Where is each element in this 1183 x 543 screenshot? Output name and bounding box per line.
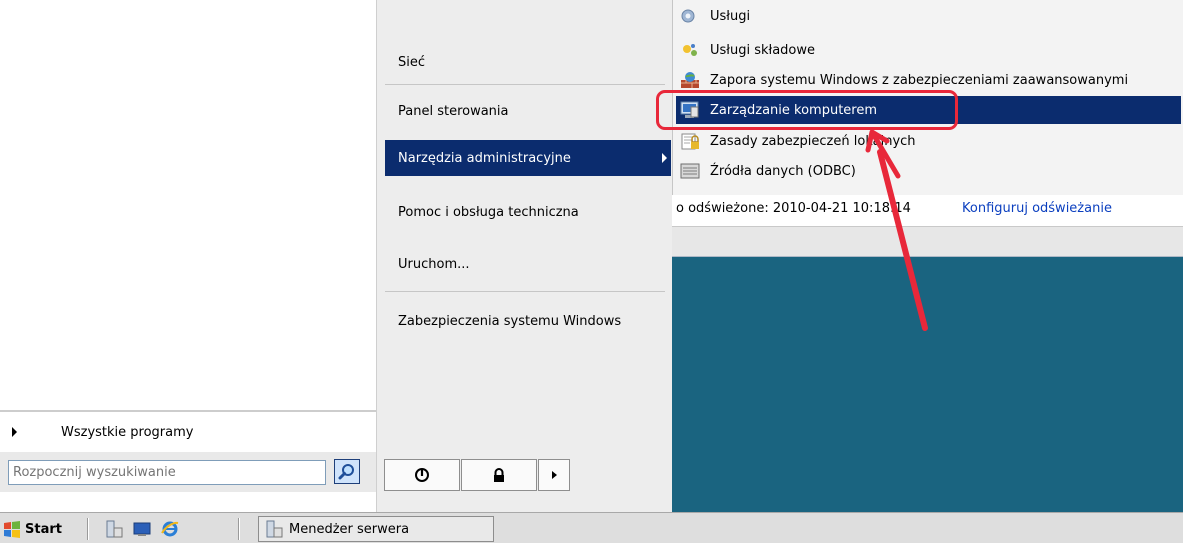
menu-item-narzedzia-administracyjne[interactable]: Narzędzia administracyjne xyxy=(385,140,671,176)
lock-icon xyxy=(494,468,504,482)
menu-item-siec[interactable]: Sieć xyxy=(385,44,671,80)
taskbar-window-label: Menedżer serwera xyxy=(289,521,410,537)
menu-item-label: Pomoc i obsługa techniczna xyxy=(398,204,579,220)
start-menu-places-pane: Sieć Panel sterowania Narzędzia administ… xyxy=(376,0,672,512)
taskbar-separator xyxy=(238,518,240,540)
menu-item-label: Uruchom... xyxy=(398,256,470,272)
search-button[interactable] xyxy=(334,459,360,484)
internet-explorer-icon[interactable] xyxy=(161,520,179,538)
security-policy-icon xyxy=(681,133,699,150)
menu-item-pomoc[interactable]: Pomoc i obsługa techniczna xyxy=(385,194,671,230)
configure-refresh-link[interactable]: Konfiguruj odświeżanie xyxy=(962,201,1112,216)
submenu-item-label: Źródła danych (ODBC) xyxy=(710,163,856,179)
arrow-right-icon xyxy=(12,427,17,437)
taskbar-separator xyxy=(87,518,89,540)
submenu-item-uslugi-skladowe[interactable]: Usługi składowe xyxy=(676,36,1181,64)
submenu-item-odbc[interactable]: Źródła danych (ODBC) xyxy=(676,157,1181,185)
lock-button[interactable] xyxy=(461,459,537,491)
search-icon xyxy=(338,463,354,479)
menu-item-uruchom[interactable]: Uruchom... xyxy=(385,246,671,282)
services-gear-icon xyxy=(681,9,695,23)
submenu-item-label: Zarządzanie komputerem xyxy=(710,102,878,118)
submenu-item-label: Usługi xyxy=(710,8,751,24)
search-row xyxy=(0,452,376,492)
submenu-item-zapora[interactable]: Zapora systemu Windows z zabezpieczeniam… xyxy=(676,66,1181,94)
server-manager-icon[interactable] xyxy=(105,520,123,538)
arrow-right-icon xyxy=(552,471,557,479)
start-search-input[interactable] xyxy=(8,460,326,485)
taskbar-window-server-manager[interactable]: Menedżer serwera xyxy=(258,516,494,542)
power-controls xyxy=(384,459,570,491)
menu-item-zabezpieczenia[interactable]: Zabezpieczenia systemu Windows xyxy=(385,303,671,339)
menu-separator xyxy=(385,291,665,292)
submenu-arrow-icon xyxy=(662,153,667,163)
menu-item-panel-sterowania[interactable]: Panel sterowania xyxy=(385,93,671,129)
all-programs-label: Wszystkie programy xyxy=(61,424,194,440)
menu-item-label: Zabezpieczenia systemu Windows xyxy=(398,313,622,329)
taskbar: Start Menedżer serwera xyxy=(0,512,1183,543)
refresh-status-bar: o odświeżone: 2010-04-21 10:18:14 Konfig… xyxy=(672,195,1183,227)
menu-item-label: Narzędzia administracyjne xyxy=(398,150,571,166)
submenu-item-uslugi[interactable]: Usługi xyxy=(676,2,1181,30)
show-desktop-icon[interactable] xyxy=(133,520,151,538)
start-label: Start xyxy=(25,521,62,537)
windows-logo-icon xyxy=(4,521,20,538)
submenu-item-zasady[interactable]: Zasady zabezpieczeń lokalnych xyxy=(676,127,1181,155)
submenu-item-zarzadzanie-komputerem[interactable]: Zarządzanie komputerem xyxy=(676,96,1181,124)
refresh-status-text: o odświeżone: 2010-04-21 10:18:14 xyxy=(676,201,911,216)
server-manager-icon xyxy=(266,520,283,538)
component-services-icon xyxy=(683,44,697,56)
submenu-item-label: Usługi składowe xyxy=(710,42,816,58)
menu-separator xyxy=(385,84,665,85)
computer-management-icon xyxy=(680,101,699,118)
menu-item-label: Panel sterowania xyxy=(398,103,509,119)
submenu-item-label: Zasady zabezpieczeń lokalnych xyxy=(710,133,916,149)
admin-tools-submenu: Usługi Usługi składowe Zapora systemu Wi… xyxy=(672,0,1183,195)
power-button[interactable] xyxy=(384,459,460,491)
power-icon xyxy=(415,468,429,482)
odbc-icon xyxy=(680,163,700,179)
menu-item-label: Sieć xyxy=(398,54,426,70)
shutdown-options-button[interactable] xyxy=(538,459,570,491)
all-programs-button[interactable]: Wszystkie programy xyxy=(0,410,376,452)
submenu-item-label: Zapora systemu Windows z zabezpieczeniam… xyxy=(710,72,1129,88)
start-button[interactable]: Start xyxy=(2,516,78,542)
firewall-icon xyxy=(681,72,699,88)
background-toolbar-strip xyxy=(672,227,1183,257)
